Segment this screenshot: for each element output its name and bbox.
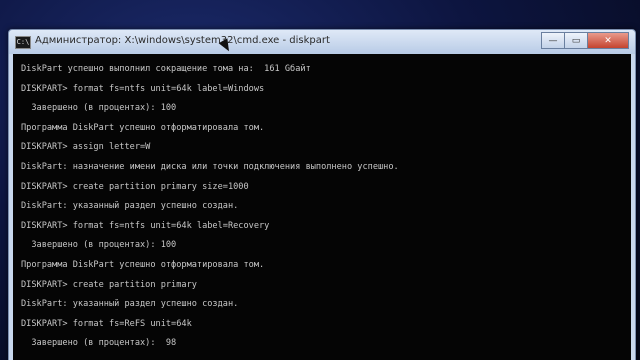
close-button[interactable]: ✕ (587, 32, 629, 49)
console-line: DiskPart: назначение имени диска или точ… (21, 161, 399, 172)
console-line: DiskPart: указанный раздел успешно созда… (21, 299, 239, 310)
console-line: Программа DiskPart успешно отформатирова… (21, 122, 265, 133)
window-controls: — ▭ ✕ (541, 32, 629, 49)
console-lines: DiskPart успешно выполнил сокращение том… (21, 60, 625, 354)
title-bar[interactable]: C:\ Администратор: X:\windows\system32\c… (9, 30, 635, 54)
console-line: DISKPART> create partition primary size=… (21, 181, 249, 192)
window-title: Администратор: X:\windows\system32\cmd.e… (35, 35, 330, 46)
console-line: Завершено (в процентах): 100 (21, 240, 177, 251)
cmd-icon[interactable]: C:\ (15, 36, 31, 49)
minimize-button[interactable]: — (541, 32, 565, 49)
monitor-background: C:\ Администратор: X:\windows\system32\c… (0, 0, 640, 360)
console-line: Завершено (в процентах): 98 (21, 338, 177, 349)
console-line: Завершено (в процентах): 100 (21, 103, 177, 114)
cmd-window[interactable]: C:\ Администратор: X:\windows\system32\c… (8, 29, 636, 360)
console-line: DISKPART> format fs=ntfs unit=64k label=… (21, 220, 270, 231)
console-line: DISKPART> format fs=ntfs unit=64k label=… (21, 83, 265, 94)
console-line: DiskPart: указанный раздел успешно созда… (21, 201, 239, 212)
console-line: DISKPART> create partition primary (21, 279, 197, 290)
console-output[interactable]: DiskPart успешно выполнил сокращение том… (13, 54, 631, 360)
console-line: DISKPART> assign letter=W (21, 142, 151, 153)
maximize-button[interactable]: ▭ (564, 32, 588, 49)
console-line: DISKPART> format fs=ReFS unit=64k (21, 318, 192, 329)
console-line: Программа DiskPart успешно отформатирова… (21, 259, 265, 270)
console-line: DiskPart успешно выполнил сокращение том… (21, 64, 311, 74)
